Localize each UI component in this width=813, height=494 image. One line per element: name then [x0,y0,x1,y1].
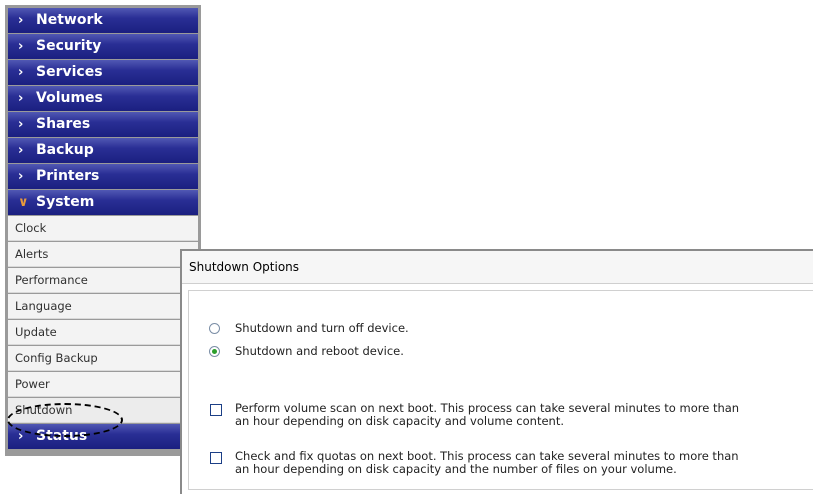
chevron-right-icon: › [18,39,24,54]
shutdown-options-panel: Shutdown Options Shutdown and turn off d… [180,249,813,494]
checkbox-label: Check and fix quotas on next boot. This … [235,450,805,476]
sidebar-item-power[interactable]: Power [8,372,198,397]
radio-label: Shutdown and turn off device. [235,321,409,335]
nav-shares[interactable]: › Shares [8,112,198,137]
sidebar-nav: › Network › Security › Services › Volumes › S… [5,5,201,456]
chevron-right-icon: › [18,429,24,444]
sidebar-item-config-backup[interactable]: Config Backup [8,346,198,371]
nav-printers[interactable]: › Printers [8,164,198,189]
nav-label: Network [36,12,103,28]
chevron-right-icon: › [18,65,24,80]
nav-volumes[interactable]: › Volumes [8,86,198,111]
sidebar-item-clock[interactable]: Clock [8,216,198,241]
nav-security[interactable]: › Security [8,34,198,59]
radio-button[interactable] [209,323,220,334]
nav-backup[interactable]: › Backup [8,138,198,163]
chevron-right-icon: › [18,143,24,158]
chevron-right-icon: › [18,91,24,106]
nav-label: Printers [36,168,100,184]
sidebar-item-performance[interactable]: Performance [8,268,198,293]
chevron-down-icon: ∨ [18,195,29,210]
nav-label: Security [36,38,102,54]
nav-label: Status [36,428,88,444]
panel-title: Shutdown Options [182,251,813,284]
nav-system[interactable]: ∨ System [8,190,198,215]
checkbox-label: Perform volume scan on next boot. This p… [235,402,805,428]
panel-body: Shutdown and turn off device. Shutdown a… [188,290,813,490]
nav-network[interactable]: › Network [8,8,198,33]
fix-quotas-checkbox[interactable] [210,452,222,464]
nav-label: System [36,194,95,210]
sidebar-item-shutdown[interactable]: Shutdown [8,398,198,423]
nav-services[interactable]: › Services [8,60,198,85]
sidebar-item-update[interactable]: Update [8,320,198,345]
chevron-right-icon: › [18,13,24,28]
sidebar-item-alerts[interactable]: Alerts [8,242,198,267]
chevron-right-icon: › [18,117,24,132]
radio-label: Shutdown and reboot device. [235,344,404,358]
volume-scan-checkbox[interactable] [210,404,222,416]
radio-button-selected[interactable] [209,346,220,357]
nav-label: Backup [36,142,94,158]
nav-label: Volumes [36,90,103,106]
nav-status[interactable]: › Status [8,424,198,449]
chevron-right-icon: › [18,169,24,184]
nav-label: Shares [36,116,91,132]
checkbox-label-line: an hour depending on disk capacity and t… [235,462,677,476]
checkbox-label-line: an hour depending on disk capacity and v… [235,414,564,428]
sidebar-item-language[interactable]: Language [8,294,198,319]
nav-label: Services [36,64,103,80]
